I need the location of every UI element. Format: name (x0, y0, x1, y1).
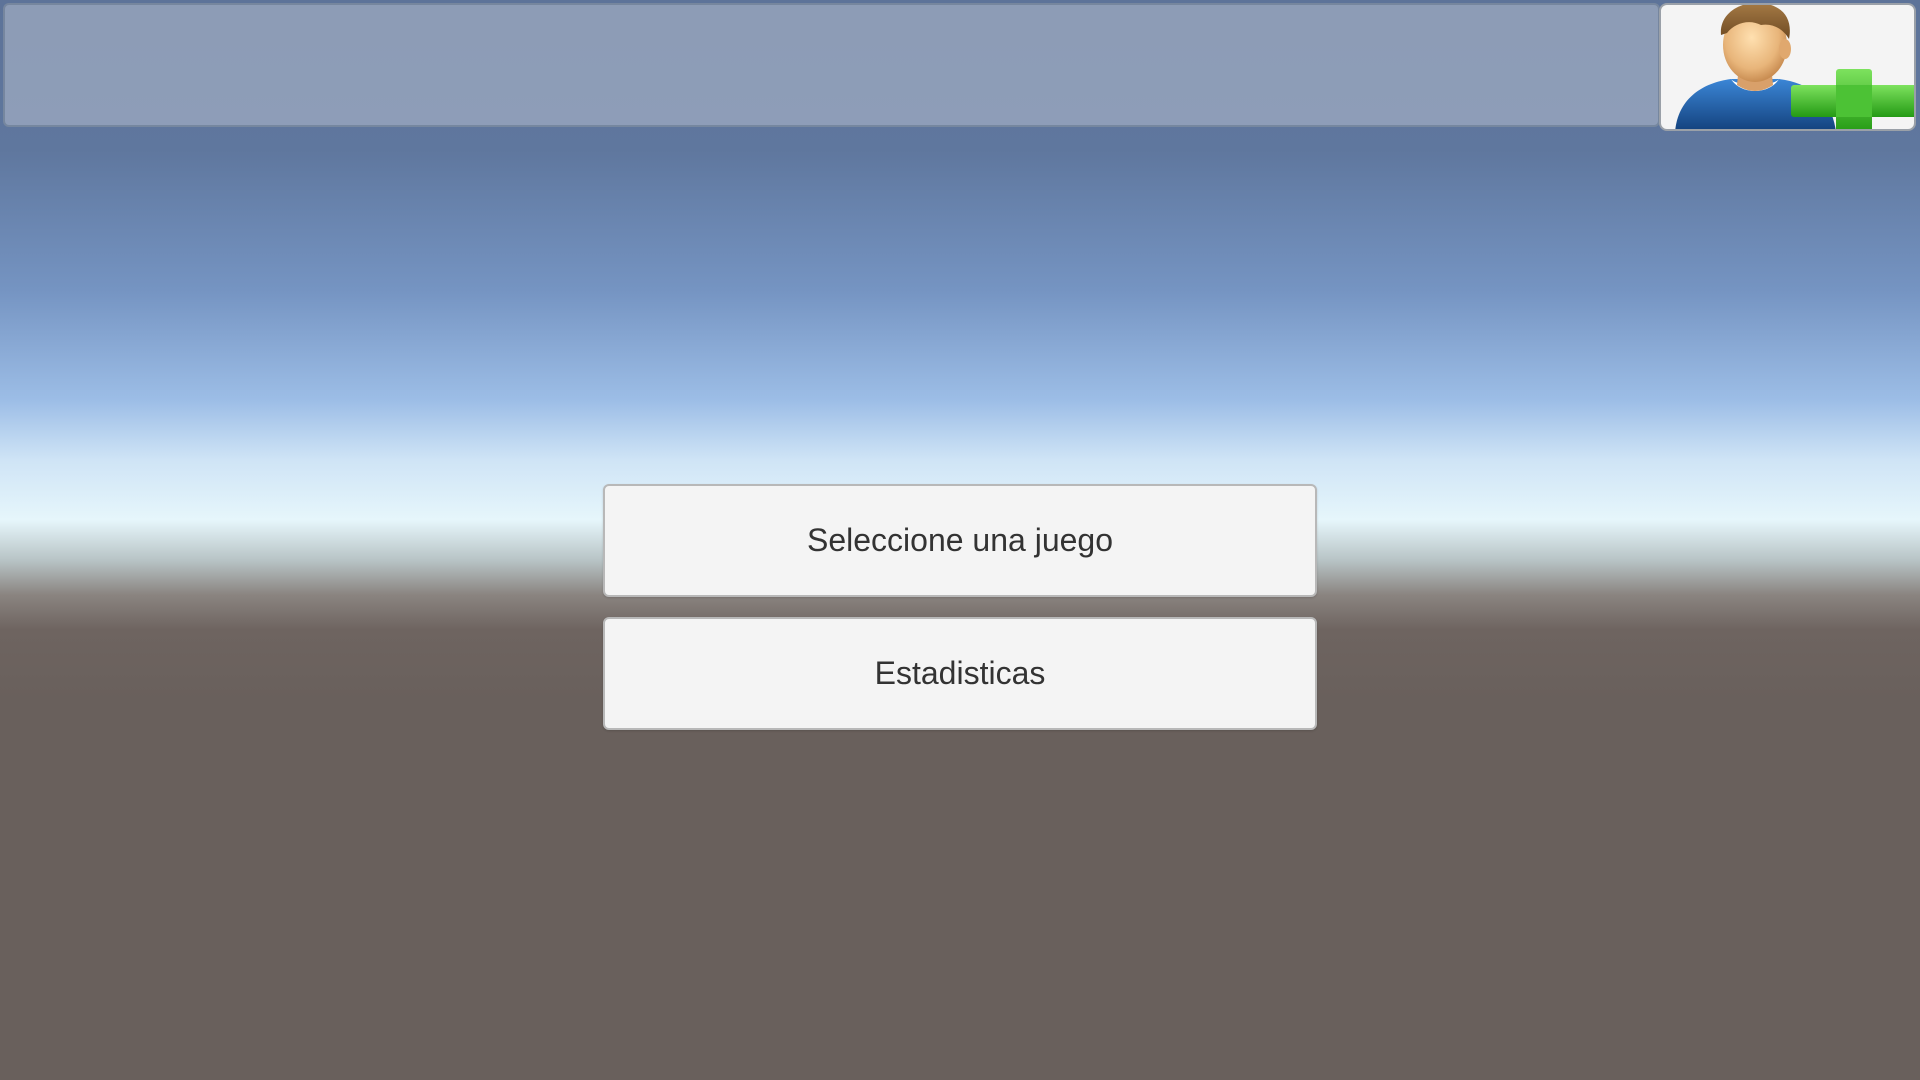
statistics-button[interactable]: Estadisticas (603, 617, 1317, 730)
select-game-label: Seleccione una juego (806, 522, 1113, 558)
user-add-icon (1675, 5, 1914, 129)
add-user-button[interactable] (1659, 3, 1916, 131)
top-bar (3, 3, 1660, 127)
statistics-label: Estadisticas (874, 655, 1046, 691)
select-game-button[interactable]: Seleccione una juego (603, 484, 1317, 597)
